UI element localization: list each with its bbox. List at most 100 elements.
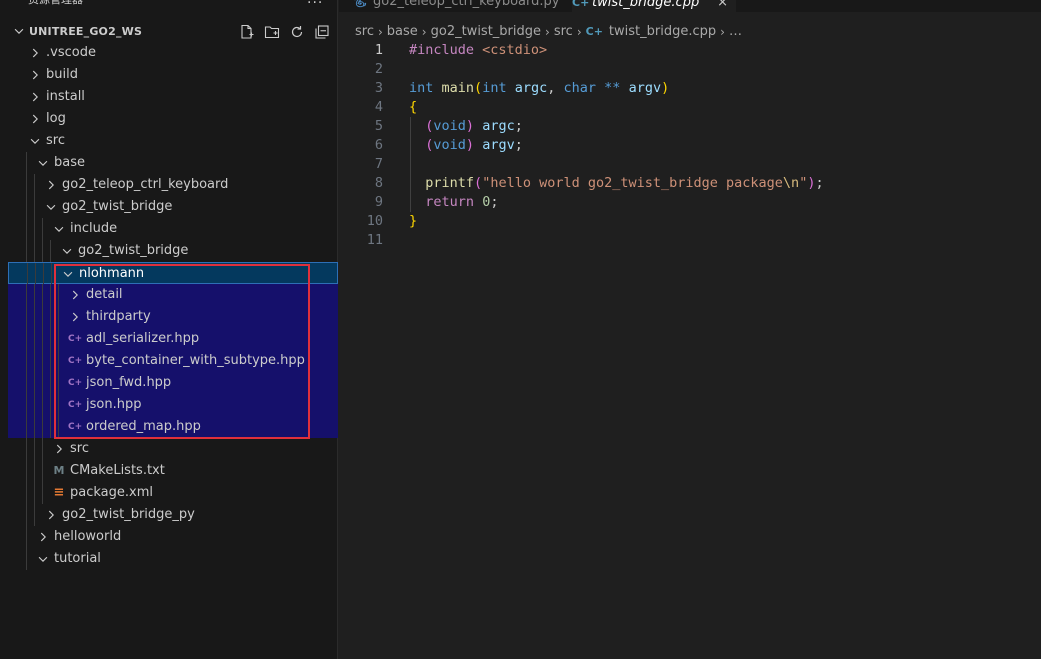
code-line[interactable]: 1 #include <cstdio> xyxy=(339,41,1041,60)
chevron-down-icon[interactable] xyxy=(52,222,66,236)
code-line[interactable]: 2 xyxy=(339,60,1041,79)
tree-item-label: go2_twist_bridge xyxy=(62,199,173,214)
tree-folder-build[interactable]: build xyxy=(8,64,338,86)
indent-guide xyxy=(26,306,27,328)
chevron-down-icon[interactable] xyxy=(36,552,50,566)
tree-file-json-hpp[interactable]: C+ json.hpp xyxy=(8,394,338,416)
tree-folder-helloworld[interactable]: helloworld xyxy=(8,526,338,548)
tree-file-byte-container-with-subtype-hpp[interactable]: C+ byte_container_with_subtype.hpp xyxy=(8,350,338,372)
tree-folder-thirdparty[interactable]: thirdparty xyxy=(8,306,338,328)
tree-file-adl-serializer-hpp[interactable]: C+ adl_serializer.hpp xyxy=(8,328,338,350)
code-line[interactable]: 9 return 0; xyxy=(339,193,1041,212)
tree-folder-tutorial[interactable]: tutorial xyxy=(8,548,338,570)
indent-guide xyxy=(42,438,43,460)
chevron-right-icon: › xyxy=(720,25,725,39)
tree-folder-go2-twist-bridge[interactable]: go2_twist_bridge xyxy=(8,240,338,262)
new-folder-icon[interactable] xyxy=(263,23,281,41)
tree-item-label: json.hpp xyxy=(86,397,142,412)
chevron-right-icon[interactable] xyxy=(68,310,82,324)
workspace-title: UNITREE_GO2_WS xyxy=(29,25,143,38)
chevron-down-icon[interactable] xyxy=(61,267,75,281)
tree-folder-vscode[interactable]: .vscode xyxy=(8,42,338,64)
new-file-icon[interactable] xyxy=(238,23,256,41)
chevron-right-icon[interactable] xyxy=(28,68,42,82)
breadcrumb-item[interactable]: src xyxy=(554,22,573,42)
indent-guide xyxy=(42,350,43,372)
indent-guide xyxy=(34,218,35,240)
tree-folder-detail[interactable]: detail xyxy=(8,284,338,306)
tree-folder-base[interactable]: base xyxy=(8,152,338,174)
tree-folder-src[interactable]: src xyxy=(8,438,338,460)
indent-guide xyxy=(26,152,27,174)
breadcrumb-item[interactable]: twist_bridge.cpp xyxy=(609,22,716,42)
indent-guide xyxy=(51,263,52,285)
more-actions-icon[interactable]: ··· xyxy=(307,0,323,11)
code-text: int main(int argc, char ** argv) xyxy=(409,79,669,98)
chevron-down-icon[interactable] xyxy=(36,156,50,170)
code-line[interactable]: 3 int main(int argc, char ** argv) xyxy=(339,79,1041,98)
tree-folder-go2-twist-bridge[interactable]: go2_twist_bridge xyxy=(8,196,338,218)
chevron-right-icon[interactable] xyxy=(28,112,42,126)
code-editor[interactable]: 1 #include <cstdio> 2 3 int main(int argc, c… xyxy=(339,41,1041,250)
indent-guide xyxy=(26,416,27,438)
tree-item-label: include xyxy=(70,221,118,236)
code-line[interactable]: 10} xyxy=(339,212,1041,231)
code-line[interactable]: 4{ xyxy=(339,98,1041,117)
code-token: ) xyxy=(661,80,670,96)
indent-guide xyxy=(34,394,35,416)
collapse-all-icon[interactable] xyxy=(313,23,331,41)
tree-folder-src[interactable]: src xyxy=(8,130,338,152)
chevron-down-icon[interactable] xyxy=(60,244,74,258)
tree-folder-log[interactable]: log xyxy=(8,108,338,130)
indent-guide xyxy=(35,263,36,285)
code-line[interactable]: 11 xyxy=(339,231,1041,250)
tree-file-ordered-map-hpp[interactable]: C+ ordered_map.hpp xyxy=(8,416,338,438)
tree-item-label: log xyxy=(46,111,66,126)
indent-guide xyxy=(26,548,27,570)
code-line[interactable]: 8 printf("hello world go2_twist_bridge p… xyxy=(339,174,1041,193)
chevron-right-icon[interactable] xyxy=(44,178,58,192)
tab-go2-teleop-ctrl-keyboard[interactable]: 🐍︎ go2_teleop_ctrl_keyboard.py xyxy=(353,0,559,12)
breadcrumb-item[interactable]: src xyxy=(355,22,374,42)
chevron-right-icon[interactable] xyxy=(44,508,58,522)
cpp-file-icon: C+ xyxy=(68,422,83,432)
refresh-icon[interactable] xyxy=(288,23,306,41)
tree-file-package-xml[interactable]: ≡ package.xml xyxy=(8,482,338,504)
code-line[interactable]: 5 (void) argc; xyxy=(339,117,1041,136)
rss-xml-icon: ≡ xyxy=(53,485,65,500)
tree-folder-nlohmann[interactable]: nlohmann xyxy=(8,262,338,285)
tree-folder-go2-teleop-ctrl-keyboard[interactable]: go2_teleop_ctrl_keyboard xyxy=(8,174,338,196)
chevron-right-icon[interactable] xyxy=(68,288,82,302)
indent-guide xyxy=(42,460,43,482)
chevron-right-icon[interactable] xyxy=(28,46,42,60)
tab-twist-bridge-cpp[interactable]: C+ twist_bridge.cpp × xyxy=(572,0,736,13)
workspace-header[interactable]: UNITREE_GO2_WS xyxy=(8,21,338,43)
tree-file-cmakelists-txt[interactable]: M CMakeLists.txt xyxy=(8,460,338,482)
tree-folder-go2-twist-bridge-py[interactable]: go2_twist_bridge_py xyxy=(8,504,338,526)
tree-item-label: byte_container_with_subtype.hpp xyxy=(86,353,305,368)
code-line[interactable]: 6 (void) argv; xyxy=(339,136,1041,155)
code-token: ** xyxy=(604,80,621,96)
breadcrumb-item[interactable]: go2_twist_bridge xyxy=(431,22,541,42)
code-token: ( xyxy=(474,175,483,191)
breadcrumb-item[interactable]: … xyxy=(729,22,742,42)
workspace-actions xyxy=(238,23,338,41)
tree-folder-include[interactable]: include xyxy=(8,218,338,240)
tree-item-label: base xyxy=(54,155,85,170)
line-number: 10 xyxy=(366,213,383,229)
code-line[interactable]: 7 xyxy=(339,155,1041,174)
breadcrumb-item[interactable]: base xyxy=(387,22,418,42)
indent-guide xyxy=(34,504,35,526)
tree-folder-install[interactable]: install xyxy=(8,86,338,108)
chevron-right-icon[interactable] xyxy=(28,90,42,104)
chevron-right-icon[interactable] xyxy=(36,530,50,544)
indent-guide xyxy=(34,350,35,372)
tree-file-json-fwd-hpp[interactable]: C+ json_fwd.hpp xyxy=(8,372,338,394)
chevron-right-icon[interactable] xyxy=(52,442,66,456)
close-icon[interactable]: × xyxy=(717,0,728,13)
indent-guide xyxy=(26,328,27,350)
chevron-down-icon[interactable] xyxy=(28,134,42,148)
chevron-down-icon[interactable] xyxy=(44,200,58,214)
